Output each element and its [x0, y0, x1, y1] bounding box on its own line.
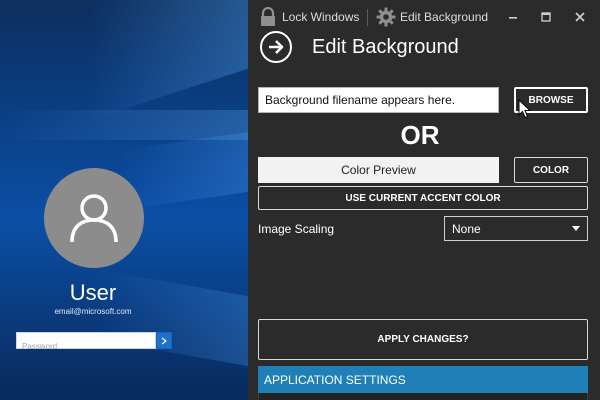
- password-input[interactable]: [22, 342, 150, 351]
- titlebar-divider: [367, 9, 368, 26]
- edit-background-panel: Lock Windows Edit Background Edit Backgr…: [248, 0, 600, 400]
- maximize-icon: [541, 12, 551, 22]
- user-icon: [70, 194, 118, 243]
- application-settings-header[interactable]: APPLICATION SETTINGS: [258, 366, 588, 393]
- image-scaling-label: Image Scaling: [258, 222, 335, 236]
- minimize-icon: [509, 17, 517, 19]
- apply-changes-button[interactable]: APPLY CHANGES?: [258, 319, 588, 360]
- page-header: Edit Background: [260, 30, 459, 64]
- chevron-down-icon: [572, 225, 580, 231]
- edit-background-nav-label: Edit Background: [400, 10, 489, 24]
- use-accent-color-button[interactable]: USE CURRENT ACCENT COLOR: [258, 186, 588, 210]
- or-divider-label: OR: [400, 120, 440, 150]
- password-submit-button[interactable]: [156, 332, 172, 349]
- page-title: Edit Background: [312, 35, 459, 58]
- lock-windows-label: Lock Windows: [282, 10, 360, 24]
- color-button[interactable]: COLOR: [514, 157, 588, 183]
- arrow-right-icon: [161, 337, 167, 344]
- gear-icon: [376, 7, 396, 27]
- background-filename-field[interactable]: Background filename appears here.: [258, 87, 499, 113]
- image-scaling-value: None: [452, 221, 481, 236]
- background-light-beam: [90, 0, 248, 121]
- lock-windows-button[interactable]: Lock Windows: [258, 0, 359, 34]
- back-button[interactable]: [260, 31, 292, 63]
- close-icon: [575, 12, 585, 22]
- user-email: email@microsoft.com: [54, 307, 132, 316]
- background-light-beam: [0, 110, 248, 140]
- application-settings-body: [258, 393, 588, 400]
- browse-button[interactable]: BROWSE: [514, 87, 588, 113]
- password-field-wrapper: [16, 332, 156, 351]
- color-preview-box: Color Preview: [258, 157, 499, 183]
- minimize-button[interactable]: [496, 0, 530, 34]
- lock-icon: [261, 7, 275, 26]
- close-button[interactable]: [563, 0, 597, 34]
- edit-background-nav-button[interactable]: Edit Background: [376, 0, 488, 34]
- avatar: [44, 168, 144, 268]
- image-scaling-select[interactable]: None: [444, 216, 588, 241]
- lock-screen-preview: User email@microsoft.com: [0, 0, 248, 400]
- user-name: User: [69, 280, 117, 305]
- maximize-button[interactable]: [529, 0, 563, 34]
- titlebar: Lock Windows Edit Background: [248, 0, 600, 34]
- arrow-right-circle-icon: [269, 40, 284, 54]
